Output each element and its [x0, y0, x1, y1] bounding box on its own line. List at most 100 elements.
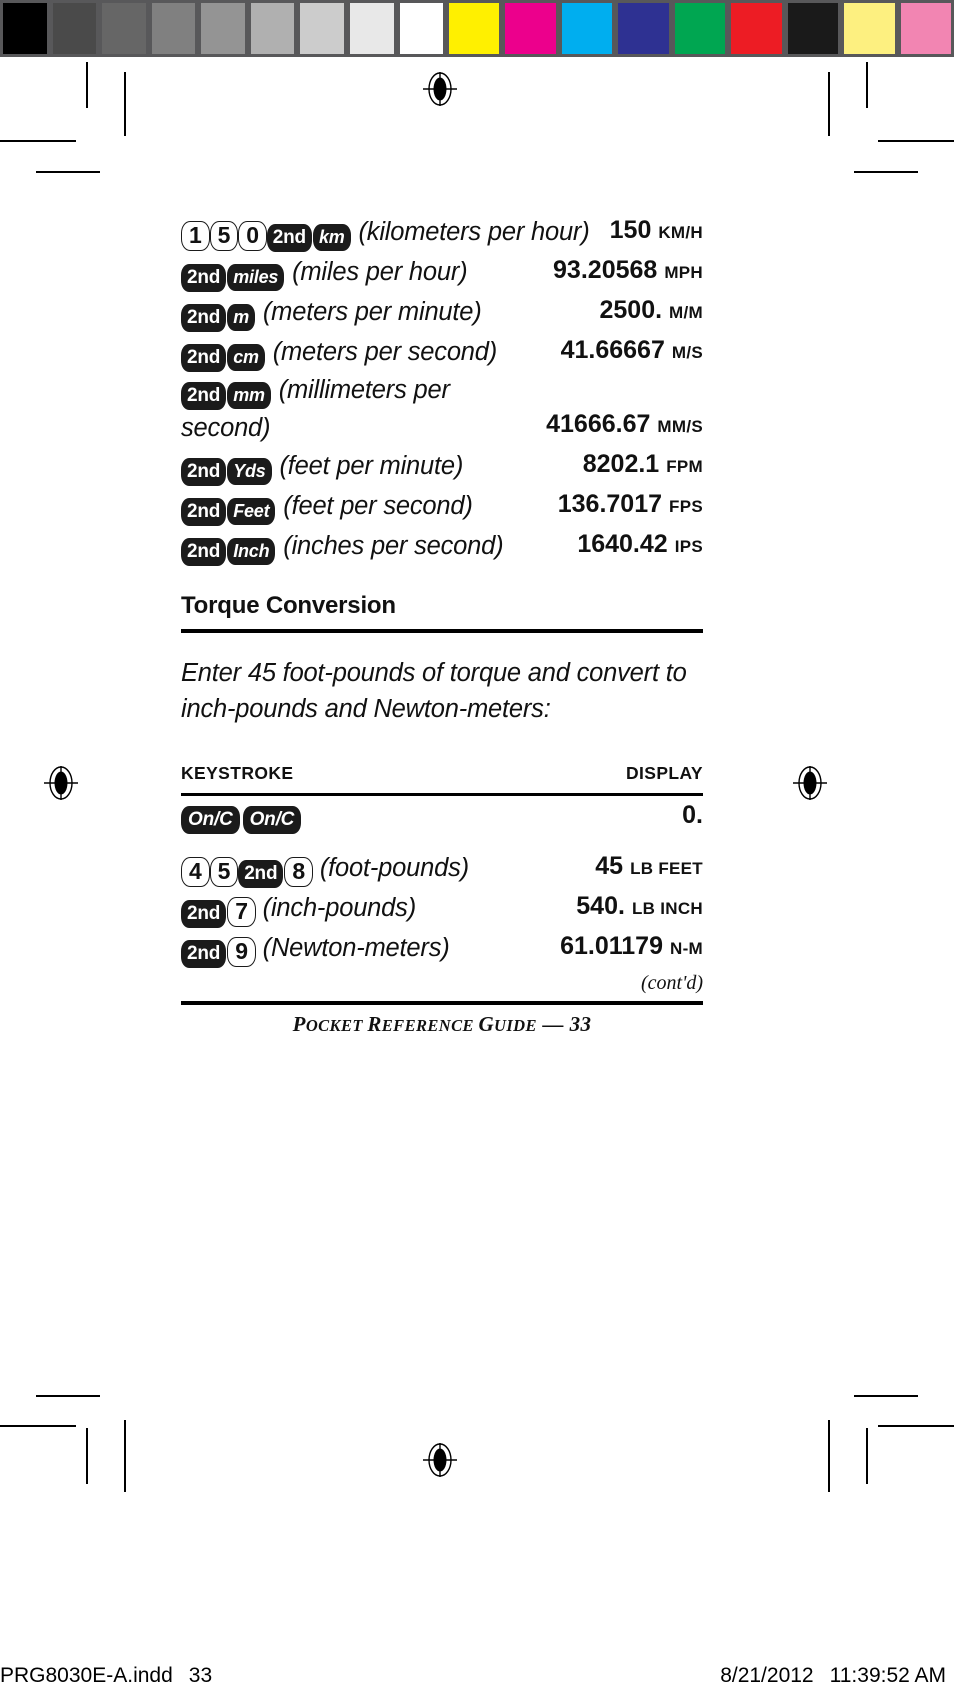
conversion-row: 2nd m (meters per minute) 2500. M/M — [181, 292, 703, 332]
section-heading-torque: Torque Conversion — [181, 592, 396, 619]
crop-mark-top-left-h — [0, 140, 76, 142]
torque-row: 4 5 2nd 8 (foot-pounds) 45 LB FEET — [181, 848, 703, 888]
display-unit: KM/H — [658, 223, 703, 242]
keystroke-cell: 2nd cm (meters per second) — [181, 334, 561, 372]
calc-key-on-c[interactable]: On/C — [181, 806, 240, 834]
display-unit: IPS — [674, 537, 703, 556]
bleed-mark-top-right-v — [828, 72, 830, 136]
display-value: 93.20568 — [553, 256, 658, 284]
torque-row: 2nd 7 (inch-pounds) 540. LB INCH — [181, 888, 703, 928]
calc-key-2nd[interactable]: 2nd — [266, 224, 312, 252]
calc-key-7[interactable]: 7 — [227, 897, 256, 927]
display-cell: 136.7017 FPS — [558, 486, 703, 526]
bleed-mark-top-right-h — [854, 171, 918, 173]
calc-key-4[interactable]: 4 — [181, 857, 210, 887]
calc-key-1[interactable]: 1 — [181, 221, 210, 251]
calc-key-cm[interactable]: cm — [227, 344, 265, 371]
display-unit: M/M — [669, 303, 703, 322]
display-cell: 93.20568 MPH — [553, 252, 703, 292]
grayscale-ramp — [0, 0, 446, 57]
torque-intro-text: Enter 45 foot-pounds of torque and conve… — [181, 659, 687, 723]
keystroke-cell: 4 5 2nd 8 (foot-pounds) — [181, 850, 595, 888]
display-cell: 1640.42 IPS — [577, 526, 703, 566]
proof-page: 1 5 0 2nd km (kilometers per hour) 150 KM/H 2nd… — [0, 0, 954, 1702]
key-sequence: 2nd cm — [181, 334, 266, 372]
calc-key-2nd[interactable]: 2nd — [181, 538, 227, 566]
display-unit: N-M — [670, 939, 703, 958]
crop-mark-top-right-h — [878, 140, 954, 142]
calc-key-on-c[interactable]: On/C — [242, 806, 302, 834]
display-value: 150 — [609, 216, 652, 244]
color-swatch-8 — [900, 3, 951, 54]
conversion-row: 2nd miles (miles per hour) 93.20568 MPH — [181, 252, 703, 292]
keystroke-cell: 2nd miles (miles per hour) — [181, 254, 553, 292]
calc-key-m[interactable]: m — [227, 304, 255, 331]
display-value: 136.7017 — [557, 490, 663, 518]
key-sequence: 2nd m — [181, 294, 256, 332]
keystroke-cell: 2nd Yds (feet per minute) — [181, 448, 583, 486]
display-unit: MM/S — [657, 417, 703, 436]
conversion-row: 2nd Feet (feet per second) 136.7017 FPS — [181, 486, 703, 526]
display-value: 61.01179 — [560, 932, 663, 960]
display-value: 41.66667 — [560, 336, 665, 364]
keystroke-description: (meters per second) — [265, 338, 498, 366]
calc-key-5[interactable]: 5 — [209, 221, 239, 251]
calc-key-8[interactable]: 8 — [284, 857, 313, 887]
bleed-mark-top-left-h — [36, 171, 100, 173]
footer-divider — [181, 1001, 703, 1005]
keystroke-description: (feet per minute) — [272, 452, 464, 480]
torque-table-header: KEYSTROKE DISPLAY — [181, 763, 703, 784]
gray-swatch-0 — [3, 3, 47, 54]
keystroke-description: (kilometers per hour) — [351, 218, 590, 246]
calc-key-km[interactable]: km — [312, 224, 351, 251]
calc-key-2nd[interactable]: 2nd — [181, 344, 227, 372]
display-cell: 41666.67 MM/S — [546, 406, 703, 446]
calc-key-miles[interactable]: miles — [227, 264, 285, 291]
runhead-smallcaps-2: EFERENCE — [381, 1016, 479, 1035]
gray-swatch-7 — [349, 3, 394, 54]
calc-key-2nd[interactable]: 2nd — [181, 304, 227, 332]
torque-row: 2nd 9 (Newton-meters) 61.01179 N-M — [181, 928, 703, 968]
calc-key-2nd[interactable]: 2nd — [181, 458, 227, 486]
calc-key-yds[interactable]: Yds — [227, 458, 272, 485]
display-unit: M/S — [671, 343, 703, 362]
calc-key-feet[interactable]: Feet — [227, 498, 276, 525]
gray-swatch-5 — [250, 3, 295, 54]
key-sequence: 2nd Feet — [181, 488, 276, 526]
indd-page: 33 — [188, 1664, 213, 1687]
color-patches — [446, 0, 954, 57]
conversion-row: 2nd cm (meters per second) 41.66667 M/S — [181, 332, 703, 372]
calc-key-2nd[interactable]: 2nd — [181, 498, 227, 526]
runhead-dash: — — [536, 1012, 570, 1036]
display-unit: LB FEET — [630, 859, 703, 878]
keystroke-cell: On/C On/C — [181, 796, 682, 834]
gray-swatch-8 — [399, 3, 444, 54]
calc-key-9[interactable]: 9 — [227, 937, 256, 967]
bleed-mark-bottom-left-v — [124, 1420, 126, 1492]
calc-key-mm[interactable]: mm — [227, 382, 271, 409]
calc-key-2nd[interactable]: 2nd — [181, 900, 227, 928]
display-value: 41666.67 — [546, 410, 651, 438]
display-value: 540. — [576, 892, 625, 920]
calc-key-0[interactable]: 0 — [238, 221, 267, 251]
runhead-page-number: 33 — [569, 1012, 592, 1036]
keystroke-cell: 2nd Inch (inches per second) — [181, 528, 577, 566]
key-sequence: 2nd miles — [181, 254, 285, 292]
crop-mark-top-left-v — [86, 62, 88, 108]
calc-key-2nd[interactable]: 2nd — [181, 264, 227, 292]
calc-key-5[interactable]: 5 — [209, 857, 239, 887]
display-value: 45 — [595, 852, 624, 880]
keystroke-cell: 2nd mm (millimeters per second) — [181, 372, 546, 446]
keystroke-description: (inches per second) — [276, 532, 504, 560]
calc-key-inch[interactable]: Inch — [227, 538, 276, 565]
section-divider — [181, 629, 703, 633]
display-cell: 41.66667 M/S — [561, 332, 703, 372]
calc-key-2nd[interactable]: 2nd — [238, 860, 284, 888]
color-swatch-6 — [787, 3, 839, 54]
calc-key-2nd[interactable]: 2nd — [181, 940, 227, 968]
calc-key-2nd[interactable]: 2nd — [181, 382, 227, 410]
display-cell: 45 LB FEET — [595, 848, 703, 888]
key-sequence: 2nd 7 — [181, 890, 256, 928]
crop-mark-bottom-left-v — [86, 1428, 88, 1484]
display-value: 8202.1 — [582, 450, 660, 478]
